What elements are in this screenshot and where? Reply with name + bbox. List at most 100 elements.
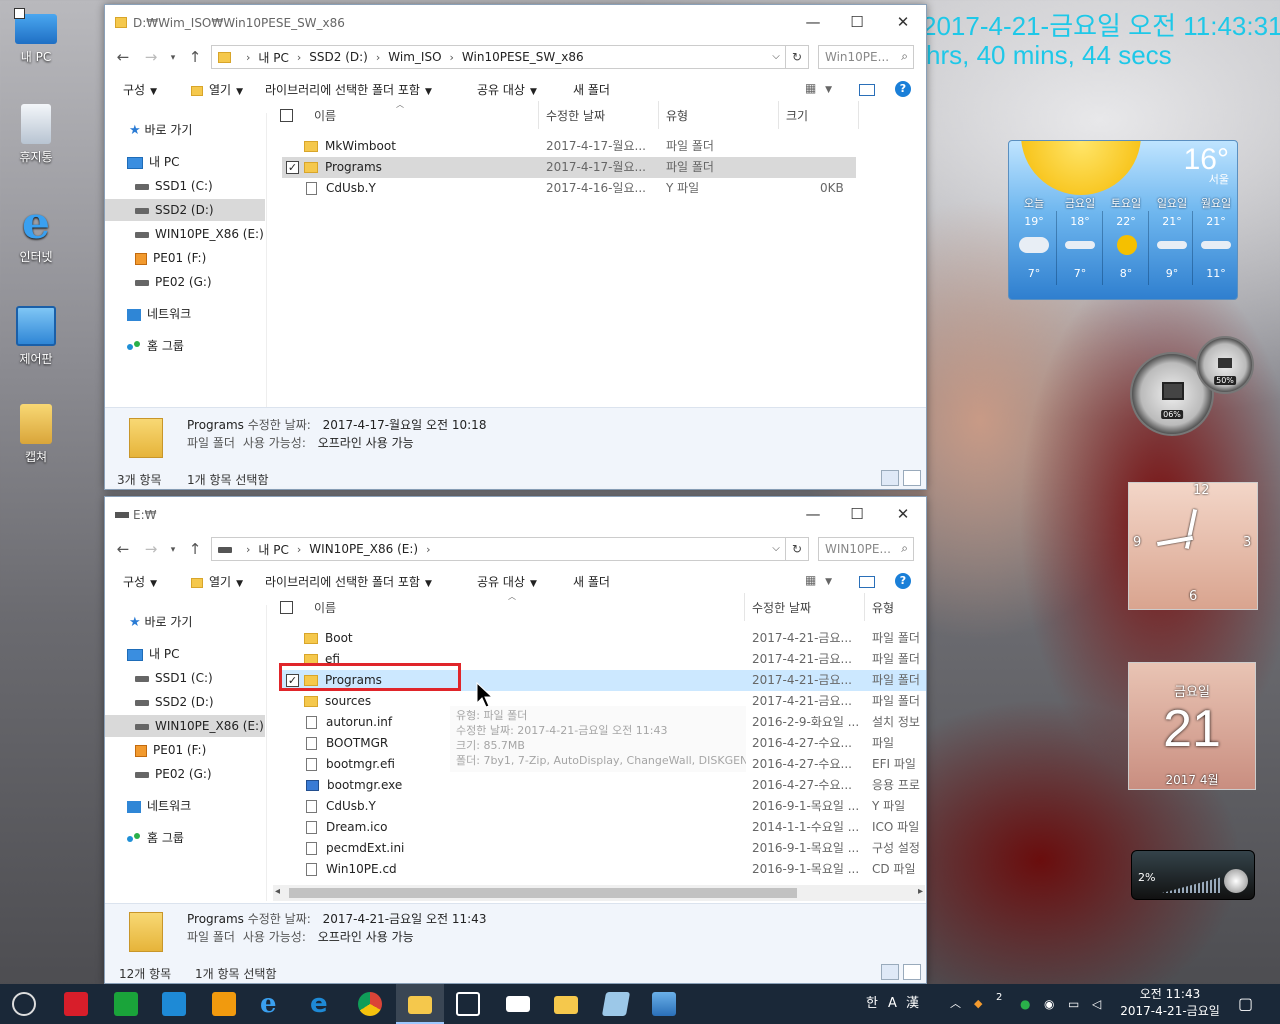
scroll-right-icon[interactable]: ▸: [918, 886, 923, 897]
details-view-button[interactable]: [881, 964, 899, 980]
folder-icon[interactable]: [554, 996, 578, 1014]
title-bar[interactable]: D:₩Wim_ISO₩Win10PESE_SW_x86 — ☐ ✕: [105, 5, 926, 41]
start-button[interactable]: [12, 992, 36, 1016]
preview-pane-icon[interactable]: [859, 84, 875, 96]
nav-drive-d[interactable]: SSD2 (D:): [135, 691, 214, 713]
back-button[interactable]: ←: [113, 540, 133, 558]
column-header-date[interactable]: 수정한 날짜: [546, 107, 605, 124]
include-in-library-button[interactable]: 라이브러리에 선택한 폴더 포함 ▼: [265, 81, 432, 98]
notepad-icon[interactable]: [601, 992, 631, 1016]
minimize-button[interactable]: —: [793, 11, 833, 33]
file-row-programs[interactable]: ✓ Programs 2017-4-17-월요... 파일 폴더: [282, 157, 856, 178]
refresh-button[interactable]: ↻: [785, 45, 809, 69]
new-folder-button[interactable]: 새 폴더: [573, 573, 610, 590]
show-hidden-icons-button[interactable]: ︿: [950, 984, 961, 1024]
image-viewer-icon[interactable]: [652, 992, 676, 1016]
nav-drive-g[interactable]: PE02 (G:): [135, 763, 212, 785]
title-bar[interactable]: E:₩ — ☐ ✕: [105, 497, 926, 533]
nav-network[interactable]: 네트워크: [127, 795, 191, 817]
file-row[interactable]: CdUsb.Y 2016-9-1-목요일 ... Y 파일: [282, 796, 926, 817]
help-icon[interactable]: ?: [895, 573, 911, 589]
breadcrumb-drive-e[interactable]: WIN10PE_X86 (E:): [309, 542, 418, 556]
address-bar[interactable]: › 내 PC › WIN10PE_X86 (E:) ›: [211, 537, 786, 561]
open-button[interactable]: 열기 ▼: [191, 81, 243, 98]
file-row[interactable]: Boot 2017-4-21-금요... 파일 폴더: [282, 628, 926, 649]
ime-alpha[interactable]: A: [888, 984, 897, 1024]
clock-gadget[interactable]: 12 3 6 9: [1128, 482, 1258, 610]
view-options-icon[interactable]: ▦ ▼: [805, 573, 832, 587]
breadcrumb-this-pc[interactable]: 내 PC: [258, 541, 288, 558]
scroll-left-icon[interactable]: ◂: [275, 886, 280, 897]
file-row[interactable]: pecmdExt.ini 2016-9-1-목요일 ... 구성 설정: [282, 838, 926, 859]
taskbar-clock[interactable]: 오전 11:43 2017-4-21-금요일: [1116, 986, 1224, 1020]
select-all-checkbox[interactable]: [280, 109, 293, 122]
details-view-button[interactable]: [881, 470, 899, 486]
select-all-checkbox[interactable]: [280, 601, 293, 614]
organize-button[interactable]: 구성 ▼: [123, 81, 157, 98]
organize-button[interactable]: 구성 ▼: [123, 573, 157, 590]
edge-icon[interactable]: e: [310, 991, 334, 1017]
refresh-button[interactable]: ↻: [785, 537, 809, 561]
power-icon[interactable]: [64, 992, 88, 1016]
file-row-mkwimboot[interactable]: MkWimboot 2017-4-17-월요... 파일 폴더: [282, 136, 856, 157]
volume-knob-icon[interactable]: [1224, 869, 1248, 893]
breadcrumb-win10pese[interactable]: Win10PESE_SW_x86: [462, 50, 584, 64]
network-tray-icon[interactable]: ▭: [1068, 984, 1079, 1024]
breadcrumb-ssd2[interactable]: SSD2 (D:): [309, 50, 368, 64]
file-row-cdusb[interactable]: CdUsb.Y 2017-4-16-일요... Y 파일 0KB: [282, 178, 856, 199]
up-button[interactable]: ↑: [185, 540, 205, 558]
nav-this-pc[interactable]: 내 PC: [127, 643, 179, 665]
desktop-icon-capture[interactable]: 캡쳐: [4, 404, 68, 465]
large-icons-view-button[interactable]: [903, 964, 921, 980]
column-header-date[interactable]: 수정한 날짜: [752, 599, 811, 616]
close-button[interactable]: ✕: [883, 11, 923, 33]
scrollbar-thumb[interactable]: [289, 888, 797, 898]
nav-drive-f[interactable]: PE01 (F:): [135, 247, 206, 269]
column-header-name[interactable]: 이름: [314, 599, 336, 616]
include-in-library-button[interactable]: 라이브러리에 선택한 폴더 포함 ▼: [265, 573, 432, 590]
ime-hanja[interactable]: 漢: [906, 984, 919, 1024]
action-center-icon[interactable]: ▢: [1238, 984, 1253, 1024]
share-with-button[interactable]: 공유 대상 ▼: [477, 573, 537, 590]
nav-drive-c[interactable]: SSD1 (C:): [135, 667, 213, 689]
refresh-app-icon[interactable]: [114, 992, 138, 1016]
nav-drive-e[interactable]: WIN10PE_X86 (E:): [105, 715, 265, 737]
file-row[interactable]: Dream.ico 2014-1-1-수요일 ... ICO 파일: [282, 817, 926, 838]
nav-this-pc[interactable]: 내 PC: [127, 151, 179, 173]
back-button[interactable]: ←: [113, 48, 133, 66]
column-header-type[interactable]: 유형: [872, 599, 894, 616]
file-row[interactable]: bootmgr.exe 2016-4-27-수요... 응용 프로: [282, 775, 926, 796]
search-input[interactable]: WIN10PE... ⌕: [818, 537, 914, 561]
column-header-size[interactable]: 크기: [786, 107, 808, 124]
recent-locations-button[interactable]: ▾: [163, 53, 183, 63]
nav-network[interactable]: 네트워크: [127, 303, 191, 325]
column-header-name[interactable]: 이름: [314, 107, 336, 124]
share-with-button[interactable]: 공유 대상 ▼: [477, 81, 537, 98]
tray-app-icon[interactable]: ◆: [974, 984, 982, 1024]
volume-gadget[interactable]: 2%: [1131, 850, 1255, 900]
logout-icon[interactable]: [162, 992, 186, 1016]
weather-gadget[interactable]: 16° 서울 오늘 금요일 토요일 일요일 월요일 19° 18° 22° 21…: [1008, 140, 1238, 300]
open-button[interactable]: 열기 ▼: [191, 573, 243, 590]
help-icon[interactable]: ?: [895, 81, 911, 97]
internet-explorer-icon[interactable]: e: [260, 991, 284, 1017]
nav-quick-access[interactable]: ★ 바로 가기: [129, 119, 192, 141]
shutdown-icon[interactable]: [212, 992, 236, 1016]
nav-drive-e[interactable]: WIN10PE_X86 (E:): [135, 223, 264, 245]
row-checkbox-checked[interactable]: ✓: [286, 161, 299, 174]
address-dropdown-button[interactable]: ⌵: [767, 45, 785, 69]
ime-hangul[interactable]: 한: [866, 984, 878, 1024]
forward-button[interactable]: →: [141, 48, 161, 66]
file-row[interactable]: Win10PE.cd 2016-9-1-목요일 ... CD 파일: [282, 859, 926, 880]
up-button[interactable]: ↑: [185, 48, 205, 66]
close-button[interactable]: ✕: [883, 503, 923, 525]
desktop-icon-internet[interactable]: e 인터넷: [4, 202, 68, 265]
store-icon[interactable]: [456, 992, 480, 1016]
nav-homegroup[interactable]: 홈 그룹: [127, 827, 184, 849]
address-bar[interactable]: › 내 PC › SSD2 (D:) › Wim_ISO › Win10PESE…: [211, 45, 786, 69]
recent-locations-button[interactable]: ▾: [163, 545, 183, 555]
address-dropdown-button[interactable]: ⌵: [767, 537, 785, 561]
horizontal-scrollbar[interactable]: ◂ ▸: [273, 885, 925, 901]
nav-drive-f[interactable]: PE01 (F:): [135, 739, 206, 761]
maximize-button[interactable]: ☐: [837, 503, 877, 525]
